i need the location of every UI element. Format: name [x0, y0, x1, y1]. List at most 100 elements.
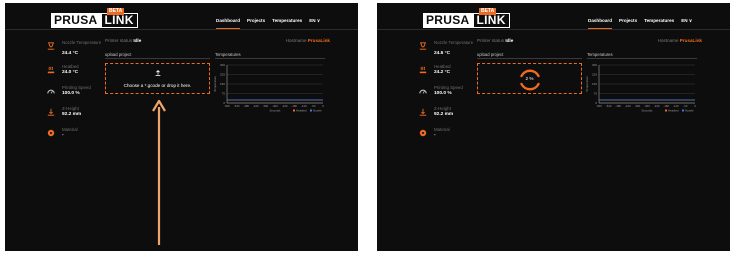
legend-swatch	[293, 109, 295, 112]
material-icon	[47, 129, 55, 137]
y-axis-label: Temperature	[585, 76, 589, 92]
hostname-value: PrusaLink	[679, 38, 702, 43]
logo-prusa: PRUSA	[51, 13, 101, 28]
x-tick-label: -120	[673, 104, 679, 108]
y-tick-label: 150	[592, 82, 597, 86]
temperatures-section-title: Temperatures	[215, 52, 241, 57]
printer-status-value: Idle	[505, 38, 514, 43]
printer-status: Printer status Idle	[477, 38, 513, 43]
upload-divider	[105, 58, 210, 59]
material-icon	[419, 129, 427, 137]
x-tick-label: -420	[253, 104, 259, 108]
hostname-value: PrusaLink	[307, 38, 330, 43]
sidebar-item-speed: Printing Speed 100.0 %	[35, 85, 95, 106]
x-tick-label: -240	[654, 104, 660, 108]
x-axis-label: Seconds	[270, 109, 281, 113]
speed-label: Printing Speed	[434, 85, 463, 90]
sidebar-item-nozzle: Nozzle Temperature 24.4 °C	[35, 40, 101, 64]
sidebar-item-heatbed: Heatbed 24.2 °C	[407, 64, 467, 85]
sidebar-item-material: Material -	[35, 127, 95, 148]
nozzle-value: 24.5 °C	[434, 51, 451, 56]
z-height-icon	[47, 108, 55, 116]
nav-temperatures[interactable]: Temperatures	[644, 18, 674, 24]
x-tick-label: -600	[596, 104, 602, 108]
nav-projects[interactable]: Projects	[619, 18, 637, 24]
beta-badge: BETA	[107, 8, 125, 15]
x-tick-label: -300	[272, 104, 278, 108]
z-height-label: Z-Height	[434, 106, 451, 111]
z-height-value: 92.2 mm	[434, 112, 454, 117]
upload-divider	[477, 58, 582, 59]
x-tick-label: -180	[291, 104, 297, 108]
logo-prusa: PRUSA	[423, 13, 473, 28]
nozzle-label: Nozzle Temperature	[434, 40, 474, 45]
sidebar-item-z-height: Z-Height 92.2 mm	[407, 106, 467, 127]
x-tick-label: -300	[644, 104, 650, 108]
x-tick-label: -600	[224, 104, 230, 108]
logo-link: LINK	[100, 13, 138, 28]
nav-dashboard[interactable]: Dashboard	[216, 18, 240, 29]
x-tick-label: -480	[243, 104, 249, 108]
heatbed-label: Heatbed	[62, 64, 79, 69]
upload-drop-zone[interactable]: 2 %	[477, 63, 582, 94]
heatbed-icon	[419, 66, 427, 74]
prusalink-window-right: PRUSA LINK BETA Dashboard Projects Tempe…	[377, 3, 730, 251]
sidebar-item-z-height: Z-Height 92.2 mm	[35, 106, 95, 127]
heatbed-value: 24.2 °C	[434, 70, 451, 75]
temperatures-section-title: Temperatures	[587, 52, 613, 57]
printer-status-value: Idle	[133, 38, 142, 43]
nav-temperatures[interactable]: Temperatures	[272, 18, 302, 24]
z-height-label: Z-Height	[62, 106, 79, 111]
material-value: -	[434, 133, 436, 138]
y-tick-label: 300	[220, 63, 225, 67]
y-axis-label: Temperature	[213, 76, 217, 92]
y-tick-label: 75	[222, 92, 226, 96]
prusalink-logo[interactable]: PRUSA LINK BETA	[51, 8, 138, 28]
upload-instructions: Choose a *.gcode or drop it here.	[123, 83, 192, 88]
nav-dashboard[interactable]: Dashboard	[588, 18, 612, 29]
sidebar-item-material: Material -	[407, 127, 467, 148]
legend-swatch	[310, 109, 312, 112]
x-tick-label: -240	[282, 104, 288, 108]
x-tick-label: -540	[606, 104, 612, 108]
material-value: -	[62, 133, 64, 138]
x-tick-label: -360	[263, 104, 269, 108]
temperature-chart: 300225150750Temperature-600 -540 -480 -420-…	[213, 63, 324, 113]
speed-label: Printing Speed	[62, 85, 91, 90]
telemetry-sidebar: Nozzle Temperature 24.4 °C Heatbed 24.0 …	[35, 40, 101, 148]
x-tick-label: 0	[694, 104, 696, 108]
language-selector[interactable]: EN ∨	[309, 18, 320, 24]
telemetry-sidebar: Nozzle Temperature 24.5 °C Heatbed 24.2 …	[407, 40, 473, 148]
language-selector[interactable]: EN ∨	[681, 18, 692, 24]
z-height-value: 92.2 mm	[62, 112, 82, 117]
x-tick-label: -60	[311, 104, 315, 108]
legend-label: Heatbed	[668, 109, 679, 113]
upload-section-title: upload project	[105, 52, 132, 57]
upload-section-title: upload project	[477, 52, 504, 57]
x-tick-label: -540	[234, 104, 240, 108]
prusalink-logo[interactable]: PRUSA LINK BETA	[423, 8, 510, 28]
y-tick-label: 75	[594, 92, 598, 96]
x-tick-label: -120	[301, 104, 307, 108]
legend-swatch	[682, 109, 684, 112]
nav-projects[interactable]: Projects	[247, 18, 265, 24]
x-tick-label: -180	[663, 104, 669, 108]
x-tick-label: 0	[322, 104, 324, 108]
heatbed-icon	[47, 66, 55, 74]
legend-label: Nozzle	[685, 109, 694, 113]
x-tick-label: -480	[615, 104, 621, 108]
y-tick-label: 225	[220, 73, 225, 77]
legend-label: Nozzle	[313, 109, 322, 113]
speedometer-icon	[47, 89, 55, 94]
hostname: Hostname PrusaLink	[286, 38, 330, 43]
hostname: Hostname PrusaLink	[658, 38, 702, 43]
temperatures-divider	[587, 58, 697, 59]
top-bar: PRUSA LINK BETA Dashboard Projects Tempe…	[5, 3, 358, 30]
printer-status-label: Printer status	[105, 38, 133, 43]
material-label: Material	[434, 127, 450, 132]
upload-icon	[155, 70, 161, 76]
main-nav: Dashboard Projects Temperatures EN ∨	[216, 18, 320, 29]
temperatures-divider	[215, 58, 325, 59]
nozzle-value: 24.4 °C	[62, 51, 79, 56]
upload-drop-zone[interactable]: Choose a *.gcode or drop it here.	[105, 63, 210, 94]
